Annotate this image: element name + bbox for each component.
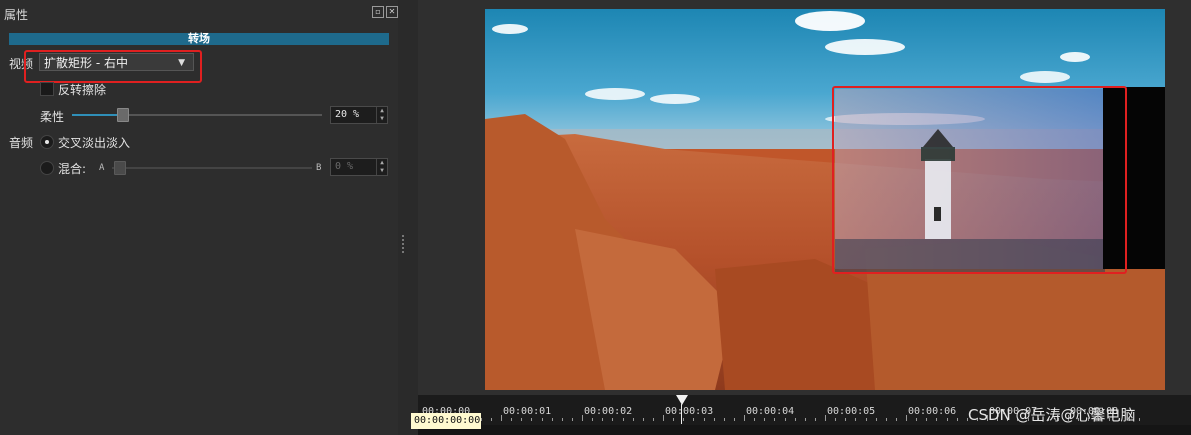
timeline-minor-tick <box>703 418 705 421</box>
float-icon[interactable]: ▫ <box>372 6 384 18</box>
timeline-tick <box>501 415 502 421</box>
splitter-grip-icon[interactable] <box>402 235 406 253</box>
timeline-minor-tick <box>956 418 958 421</box>
transition-dropdown[interactable]: 扩散矩形 - 右中 ▼ <box>39 53 194 71</box>
timeline-minor-tick <box>490 418 492 421</box>
video-preview <box>485 9 1165 390</box>
panel-title-buttons: ▫ ✕ <box>372 6 398 18</box>
timeline-tick <box>825 415 826 421</box>
timeline-minor-tick <box>875 418 877 421</box>
timeline-tick-label: 00:00:01 <box>503 406 552 417</box>
mix-radio[interactable] <box>40 161 54 175</box>
close-icon[interactable]: ✕ <box>386 6 398 18</box>
timeline-minor-tick <box>622 418 624 421</box>
crossfade-radio[interactable] <box>40 135 54 149</box>
playhead-marker-icon[interactable] <box>676 395 688 405</box>
timeline-minor-tick <box>794 418 796 421</box>
timeline-minor-tick <box>561 418 563 421</box>
watermark-text: CSDN @岳涛@心馨电脑 <box>968 406 1136 424</box>
invert-wipe-checkbox[interactable] <box>40 82 54 96</box>
timeline-tick-label: 00:00:02 <box>584 406 633 417</box>
timeline-minor-tick <box>895 418 897 421</box>
timeline-minor-tick <box>673 418 675 421</box>
timeline-minor-tick <box>683 418 685 421</box>
timeline-minor-tick <box>632 418 634 421</box>
timeline-minor-tick <box>571 418 573 421</box>
timeline-minor-tick <box>855 418 857 421</box>
timeline-minor-tick <box>865 418 867 421</box>
timeline-tick-label: 00:00:03 <box>665 406 714 417</box>
softness-spinbox[interactable]: 20 % ▲ ▼ <box>330 106 388 124</box>
timeline-tick <box>582 415 583 421</box>
timeline-minor-tick <box>521 418 523 421</box>
panel-splitter[interactable] <box>398 0 418 435</box>
mix-spinbox[interactable]: 0 % ▲ ▼ <box>330 158 388 176</box>
timeline-minor-tick <box>531 418 533 421</box>
timeline-minor-tick <box>1138 418 1140 421</box>
audio-label: 音频 <box>9 136 34 150</box>
mix-value: 0 % <box>335 161 354 172</box>
mix-b-label: B <box>316 163 322 173</box>
timeline-minor-tick <box>804 418 806 421</box>
spin-arrows-icon[interactable]: ▲ ▼ <box>376 107 387 123</box>
mix-slider-handle[interactable] <box>114 161 126 175</box>
timeline-minor-tick <box>845 418 847 421</box>
softness-value: 20 % <box>335 109 360 120</box>
timeline-minor-tick <box>774 418 776 421</box>
timeline-minor-tick <box>784 418 786 421</box>
timeline-tick <box>663 415 664 421</box>
softness-label: 柔性 <box>40 110 65 124</box>
crossfade-label: 交叉淡出淡入 <box>58 136 131 150</box>
timeline-minor-tick <box>652 418 654 421</box>
timeline-minor-tick <box>592 418 594 421</box>
timeline-minor-tick <box>541 418 543 421</box>
timeline-minor-tick <box>885 418 887 421</box>
timeline-tick <box>906 415 907 421</box>
timeline-minor-tick <box>612 418 614 421</box>
timeline-minor-tick <box>754 418 756 421</box>
softness-slider-fill <box>72 114 122 116</box>
video-frame-image <box>485 9 1165 390</box>
timeline-minor-tick <box>511 418 513 421</box>
timeline-minor-tick <box>946 418 948 421</box>
timeline-minor-tick <box>602 418 604 421</box>
timeline-minor-tick <box>814 418 816 421</box>
timeline-minor-tick <box>642 418 644 421</box>
timeline-minor-tick <box>713 418 715 421</box>
properties-panel: 属性 ▫ ✕ 转场 视频 扩散矩形 - 右中 ▼ 反转擦除 柔性 20 % ▲ ▼… <box>0 0 398 435</box>
timeline-tick-label: 00:00:06 <box>908 406 957 417</box>
timeline-tick-label: 00:00:05 <box>827 406 876 417</box>
current-timecode[interactable]: 00:00:00:00 <box>411 413 481 429</box>
mix-label: 混合: <box>58 162 87 176</box>
panel-title: 属性 <box>4 8 29 22</box>
timeline-minor-tick <box>764 418 766 421</box>
timeline-minor-tick <box>551 418 553 421</box>
timeline-minor-tick <box>916 418 918 421</box>
invert-wipe-label: 反转擦除 <box>58 83 107 97</box>
video-label: 视频 <box>9 57 34 71</box>
spin-arrows-icon[interactable]: ▲ ▼ <box>376 159 387 175</box>
timeline-tick <box>744 415 745 421</box>
timeline-minor-tick <box>693 418 695 421</box>
playhead-line <box>681 404 682 424</box>
section-header-transition: 转场 <box>9 33 389 45</box>
mix-a-label: A <box>99 163 105 173</box>
mix-slider-track <box>112 167 312 169</box>
timeline-minor-tick <box>926 418 928 421</box>
softness-slider-handle[interactable] <box>117 108 129 122</box>
timeline-minor-tick <box>723 418 725 421</box>
chevron-down-icon: ▼ <box>178 58 185 68</box>
timeline-tick-label: 00:00:04 <box>746 406 795 417</box>
timeline-minor-tick <box>835 418 837 421</box>
timeline-minor-tick <box>733 418 735 421</box>
timeline-minor-tick <box>936 418 938 421</box>
transition-dropdown-value: 扩散矩形 - 右中 <box>44 56 128 70</box>
